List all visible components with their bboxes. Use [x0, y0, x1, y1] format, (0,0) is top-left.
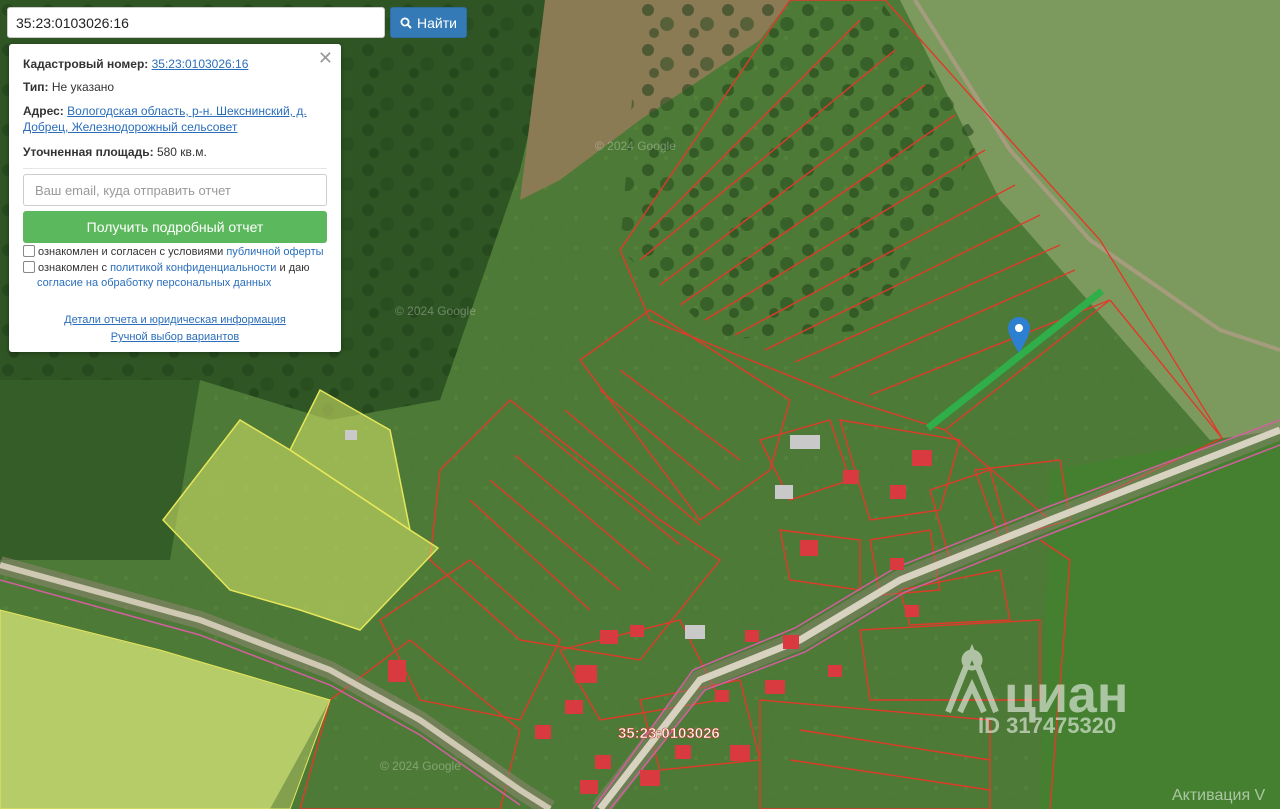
google-watermark: © 2024 Google [595, 139, 676, 153]
consent-offer-checkbox[interactable] [23, 245, 35, 257]
area-row: Уточненная площадь: 580 кв.м. [23, 144, 327, 160]
divider [23, 168, 327, 169]
cadastral-number-link[interactable]: 35:23:0103026:16 [152, 57, 249, 71]
search-button[interactable]: Найти [390, 7, 467, 38]
get-report-button[interactable]: Получить подробный отчет [23, 211, 327, 243]
parcel-number-label: 35:23:0103026 [618, 725, 720, 742]
cadastral-row: Кадастровый номер: 35:23:0103026:16 [23, 56, 327, 72]
manual-link-row: Ручной выбор вариантов [9, 331, 341, 343]
search-icon [400, 17, 412, 29]
search-button-label: Найти [417, 14, 457, 31]
forest-area [0, 380, 200, 560]
search-input[interactable] [7, 7, 385, 38]
consent-offer-row: ознакомлен и согласен с условиями публич… [23, 245, 333, 260]
type-row: Тип: Не указано [23, 79, 327, 95]
consent-privacy-text-b: и даю [279, 262, 310, 274]
consent-offer-text: ознакомлен и согласен с условиями [38, 246, 224, 258]
consent-privacy-row: ознакомлен с политикой конфиденциальност… [23, 261, 333, 291]
google-watermark: © 2024 Google [380, 759, 461, 773]
details-link-row: Детали отчета и юридическая информация [9, 314, 341, 326]
cadastral-label: Кадастровый номер: [23, 57, 149, 71]
public-offer-link[interactable]: публичной оферты [226, 246, 323, 258]
email-field[interactable] [23, 174, 327, 206]
parcel-info-panel: ✕ Кадастровый номер: 35:23:0103026:16 Ти… [9, 44, 341, 352]
address-link-line2[interactable]: Добрец, Железнодорожный сельсовет [23, 120, 237, 134]
type-value: Не указано [51, 80, 115, 94]
area-value: 580 кв.м. [156, 145, 207, 159]
report-details-link[interactable]: Детали отчета и юридическая информация [64, 314, 286, 326]
personal-data-consent-link[interactable]: согласие на обработку персональных данны… [37, 277, 271, 289]
consent-privacy-text-a: ознакомлен с [38, 262, 108, 274]
address-label: Адрес: [23, 104, 64, 118]
activation-watermark: Активация V [1172, 787, 1266, 804]
address-link-line1[interactable]: Вологодская область, р-н. Шекснинский, д… [67, 104, 307, 118]
address-row: Адрес: Вологодская область, р-н. Шекснин… [23, 103, 327, 135]
consent-privacy-checkbox[interactable] [23, 261, 35, 273]
area-label: Уточненная площадь: [23, 145, 154, 159]
type-label: Тип: [23, 80, 49, 94]
privacy-policy-link[interactable]: политикой конфиденциальности [110, 262, 276, 274]
google-watermark: © 2024 Google [395, 304, 476, 318]
svg-text:ID 317475320: ID 317475320 [978, 713, 1116, 738]
manual-selection-link[interactable]: Ручной выбор вариантов [111, 331, 239, 343]
map-marker-icon[interactable] [1008, 317, 1030, 353]
